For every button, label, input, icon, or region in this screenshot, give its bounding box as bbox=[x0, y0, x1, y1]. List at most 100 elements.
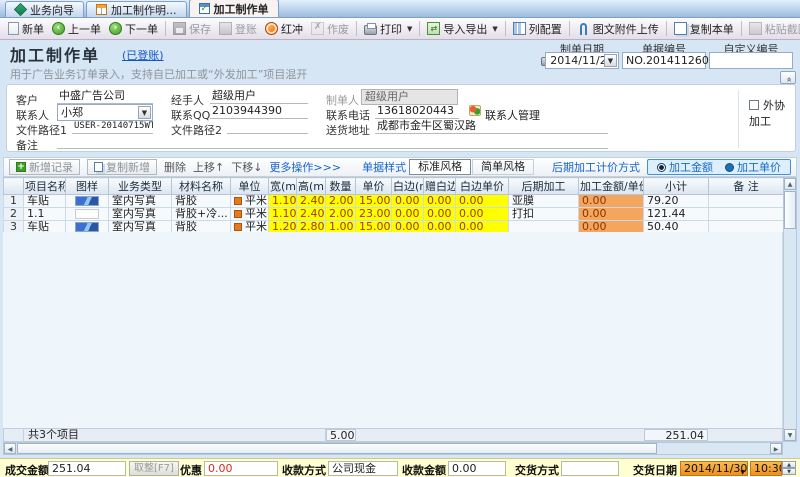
previous-order-button[interactable]: ‹上一单 bbox=[48, 20, 105, 38]
cell-unit[interactable]: 平米 bbox=[231, 208, 269, 221]
void-button[interactable]: 作废 bbox=[307, 20, 353, 38]
delete-row-button[interactable]: 删除 bbox=[164, 159, 186, 175]
more-actions-link[interactable]: 更多操作>>> bbox=[269, 159, 341, 175]
scroll-left-icon[interactable]: ◀ bbox=[4, 443, 16, 454]
round-button[interactable]: 取整[F7] bbox=[129, 461, 179, 476]
cell-business-type[interactable]: 室内写真 bbox=[109, 208, 172, 221]
outsource-checkbox[interactable]: 外协加工 bbox=[749, 97, 795, 129]
qq-field[interactable]: 2103944390 bbox=[210, 104, 308, 119]
spinner-up-icon[interactable]: ▲ bbox=[782, 461, 796, 468]
col-picture[interactable]: 图样 bbox=[66, 178, 109, 195]
posted-status-link[interactable]: (已登账) bbox=[122, 47, 164, 63]
cell-business-type[interactable]: 室内写真 bbox=[109, 195, 172, 208]
handler-field[interactable]: 超级用户 bbox=[210, 89, 308, 104]
scroll-right-icon[interactable]: ▶ bbox=[770, 443, 782, 454]
move-down-button[interactable]: 下移↓ bbox=[231, 159, 262, 175]
delivery-method-field[interactable] bbox=[561, 461, 619, 476]
attachment-upload-button[interactable]: 图文附件上传 bbox=[573, 20, 663, 38]
cell-item-name[interactable]: 车贴 bbox=[24, 195, 66, 208]
phone-field[interactable]: 13618020443 bbox=[375, 104, 459, 119]
style-standard-button[interactable]: 标准风格 bbox=[409, 159, 471, 175]
customer-field[interactable]: 中盛广告公司 bbox=[57, 89, 153, 104]
column-config-button[interactable]: 列配置 bbox=[509, 20, 566, 38]
red-reverse-button[interactable]: 红冲 bbox=[261, 20, 307, 38]
cell-quantity[interactable]: 2.00 bbox=[326, 195, 356, 208]
cell-quantity[interactable]: 2.00 bbox=[326, 208, 356, 221]
file-path2-field[interactable] bbox=[227, 119, 308, 134]
next-order-button[interactable]: ›下一单 bbox=[105, 20, 162, 38]
cell-width[interactable]: 1.10 bbox=[269, 208, 297, 221]
col-white-edge[interactable]: 白边(m) bbox=[392, 178, 424, 195]
cell-post-process[interactable]: 打扣 bbox=[509, 208, 579, 221]
date-dropdown-icon[interactable]: ▼ bbox=[740, 466, 745, 476]
import-export-button[interactable]: ⇄导入导出▼ bbox=[423, 20, 501, 38]
pricing-amount-radio[interactable]: 加工金额 bbox=[657, 159, 713, 175]
vertical-scrollbar[interactable]: ▲ ▼ bbox=[783, 177, 797, 442]
scroll-down-icon[interactable]: ▼ bbox=[784, 429, 796, 441]
cell-white-edge-price[interactable]: 0.00 bbox=[456, 208, 509, 221]
print-button[interactable]: 打印▼ bbox=[360, 20, 416, 38]
address-field[interactable]: 成都市金牛区蜀汉路 bbox=[375, 119, 608, 134]
col-selector[interactable] bbox=[4, 178, 24, 195]
custom-number-field[interactable] bbox=[709, 52, 793, 69]
cell-material[interactable]: 背胶 bbox=[172, 195, 231, 208]
date-dropdown-icon[interactable]: ▼ bbox=[604, 54, 617, 67]
cell-height[interactable]: 2.40 bbox=[297, 208, 326, 221]
col-height[interactable]: 高(m) bbox=[297, 178, 326, 195]
horizontal-scroll-thumb[interactable] bbox=[17, 443, 657, 454]
cell-remark[interactable] bbox=[709, 195, 784, 208]
discount-field[interactable]: 0.00 bbox=[204, 461, 278, 476]
delivery-date-field[interactable]: 2014/11/30 ▼ bbox=[680, 461, 748, 476]
tab-processing-order[interactable]: 加工制作单 bbox=[189, 0, 279, 17]
scroll-up-icon[interactable]: ▲ bbox=[784, 178, 796, 190]
deal-amount-field[interactable]: 251.04 bbox=[48, 461, 126, 476]
col-subtotal[interactable]: 小计 bbox=[644, 178, 709, 195]
cell-process-amount[interactable]: 0.00 bbox=[579, 208, 644, 221]
col-quantity[interactable]: 数量 bbox=[326, 178, 356, 195]
post-account-button[interactable]: 登账 bbox=[215, 20, 261, 38]
cell-white-edge[interactable]: 0.00 bbox=[392, 208, 424, 221]
cell-white-edge-price[interactable]: 0.00 bbox=[456, 195, 509, 208]
spinner-down-icon[interactable]: ▼ bbox=[782, 468, 796, 475]
cell-subtotal[interactable]: 121.44 bbox=[644, 208, 709, 221]
collapse-panel-button[interactable]: « bbox=[780, 71, 796, 84]
cell-subtotal[interactable]: 79.20 bbox=[644, 195, 709, 208]
col-material[interactable]: 材料名称 bbox=[172, 178, 231, 195]
tab-business-wizard[interactable]: 业务向导 bbox=[5, 1, 84, 17]
col-post-process[interactable]: 后期加工 bbox=[509, 178, 579, 195]
copy-row-button[interactable]: 复制新增 bbox=[87, 159, 157, 175]
cell-material[interactable]: 背胶+冷... bbox=[172, 208, 231, 221]
paste-screenshot-button[interactable]: 粘贴截图 bbox=[745, 20, 800, 38]
remark-field[interactable] bbox=[57, 134, 608, 149]
cell-unit-price[interactable]: 15.00 bbox=[356, 195, 392, 208]
cell-height[interactable]: 2.40 bbox=[297, 195, 326, 208]
order-date-field[interactable]: 2014/11/26 ▼ bbox=[545, 52, 619, 69]
cell-unit-price[interactable]: 23.00 bbox=[356, 208, 392, 221]
save-button[interactable]: 保存 bbox=[169, 20, 215, 38]
pricing-unit-radio[interactable]: 加工单价 bbox=[725, 159, 781, 175]
cell-unit[interactable]: 平米 bbox=[231, 195, 269, 208]
horizontal-scrollbar[interactable]: ◀ ▶ bbox=[3, 442, 783, 455]
copy-order-button[interactable]: 复制本单 bbox=[670, 20, 738, 38]
style-simple-button[interactable]: 简单风格 bbox=[472, 159, 534, 175]
cell-white-edge[interactable]: 0.00 bbox=[392, 195, 424, 208]
move-up-button[interactable]: 上移↑ bbox=[193, 159, 224, 175]
cell-picture[interactable] bbox=[66, 208, 109, 221]
col-item-name[interactable]: 项目名称 bbox=[24, 178, 66, 195]
pay-amount-field[interactable]: 0.00 bbox=[448, 461, 506, 476]
cell-item-name[interactable]: 1.1 bbox=[24, 208, 66, 221]
col-unit[interactable]: 单位 bbox=[231, 178, 269, 195]
pay-method-field[interactable]: 公司现金 bbox=[328, 461, 398, 476]
delivery-time-field[interactable]: 10:30 bbox=[750, 461, 782, 476]
new-order-button[interactable]: 新单 bbox=[4, 20, 48, 38]
col-process-amount[interactable]: 加工金额/单价 bbox=[579, 178, 644, 195]
cell-post-process[interactable]: 亚膜 bbox=[509, 195, 579, 208]
vertical-scroll-thumb[interactable] bbox=[784, 191, 796, 229]
contact-dropdown-icon[interactable]: ▼ bbox=[138, 106, 151, 119]
col-free-white-edge[interactable]: 赠白边(m) bbox=[424, 178, 456, 195]
cell-width[interactable]: 1.10 bbox=[269, 195, 297, 208]
tab-processing-detail[interactable]: 加工制作明... bbox=[86, 1, 187, 17]
col-white-edge-price[interactable]: 白边单价 bbox=[456, 178, 509, 195]
cell-remark[interactable] bbox=[709, 208, 784, 221]
col-unit-price[interactable]: 单价 bbox=[356, 178, 392, 195]
